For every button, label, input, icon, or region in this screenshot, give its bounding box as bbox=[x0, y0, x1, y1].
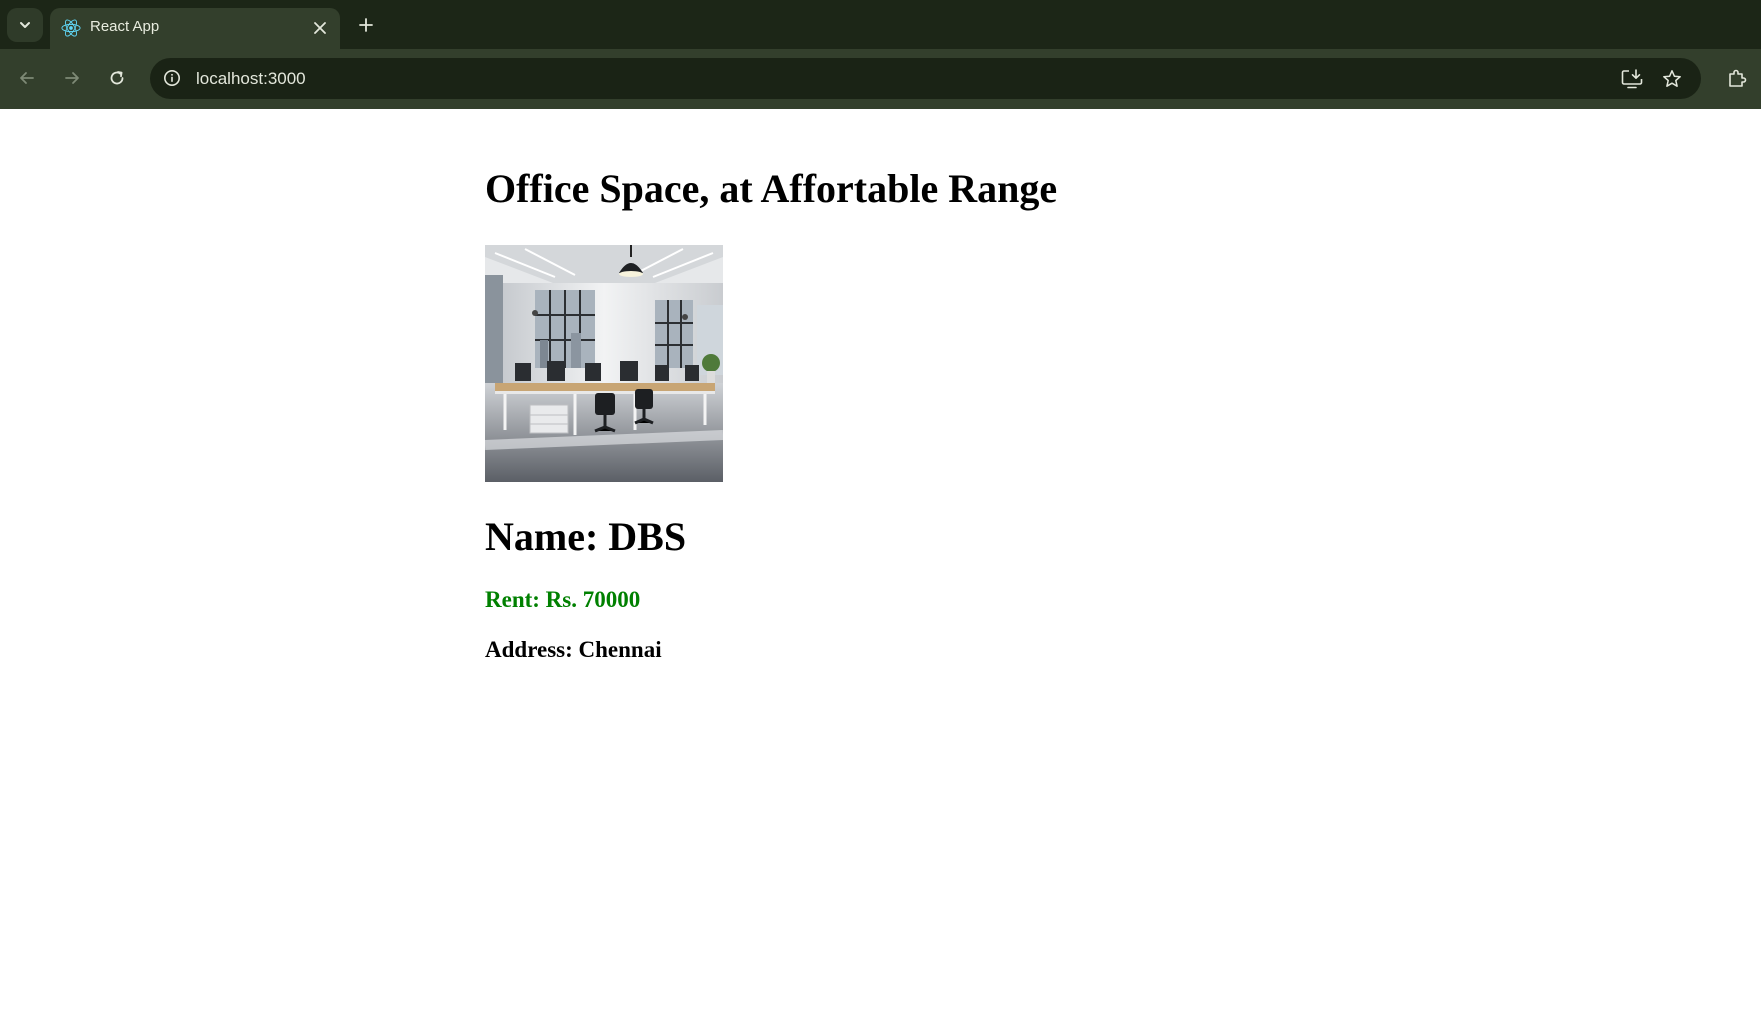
arrow-right-icon bbox=[65, 72, 79, 84]
install-app-icon bbox=[1621, 69, 1643, 89]
extensions-button[interactable] bbox=[1720, 61, 1754, 95]
arrow-left-icon bbox=[20, 72, 34, 84]
site-info-button[interactable] bbox=[160, 66, 184, 90]
react-logo-icon bbox=[61, 19, 81, 37]
tab-search-button[interactable] bbox=[7, 8, 43, 42]
address-bar[interactable]: localhost:3000 bbox=[150, 58, 1701, 99]
tab-title: React App bbox=[90, 18, 160, 35]
page-heading: Office Space, at Affortable Range bbox=[485, 166, 1058, 211]
reload-button[interactable] bbox=[100, 61, 134, 95]
browser-toolbar: localhost:3000 bbox=[0, 49, 1761, 109]
browser-tabstrip: React App bbox=[0, 0, 1761, 49]
chevron-down-icon bbox=[20, 22, 30, 28]
reload-icon bbox=[110, 71, 124, 85]
install-app-button[interactable] bbox=[1619, 66, 1645, 92]
close-icon bbox=[314, 22, 326, 34]
url-text[interactable]: localhost:3000 bbox=[196, 69, 306, 89]
plus-icon bbox=[359, 18, 373, 32]
office-image bbox=[485, 245, 723, 482]
back-button[interactable] bbox=[10, 61, 44, 95]
info-icon bbox=[164, 70, 180, 86]
new-tab-button[interactable] bbox=[352, 11, 380, 39]
office-name: Name: DBS bbox=[485, 514, 687, 559]
active-tab[interactable]: React App bbox=[50, 8, 340, 49]
office-interior-illustration bbox=[485, 245, 723, 482]
star-icon bbox=[1663, 70, 1681, 87]
forward-button[interactable] bbox=[55, 61, 89, 95]
bookmark-button[interactable] bbox=[1659, 66, 1685, 92]
office-rent: Rent: Rs. 70000 bbox=[485, 587, 641, 612]
office-address: Address: Chennai bbox=[485, 637, 662, 662]
puzzle-icon bbox=[1729, 69, 1747, 87]
tab-close-button[interactable] bbox=[309, 17, 331, 39]
